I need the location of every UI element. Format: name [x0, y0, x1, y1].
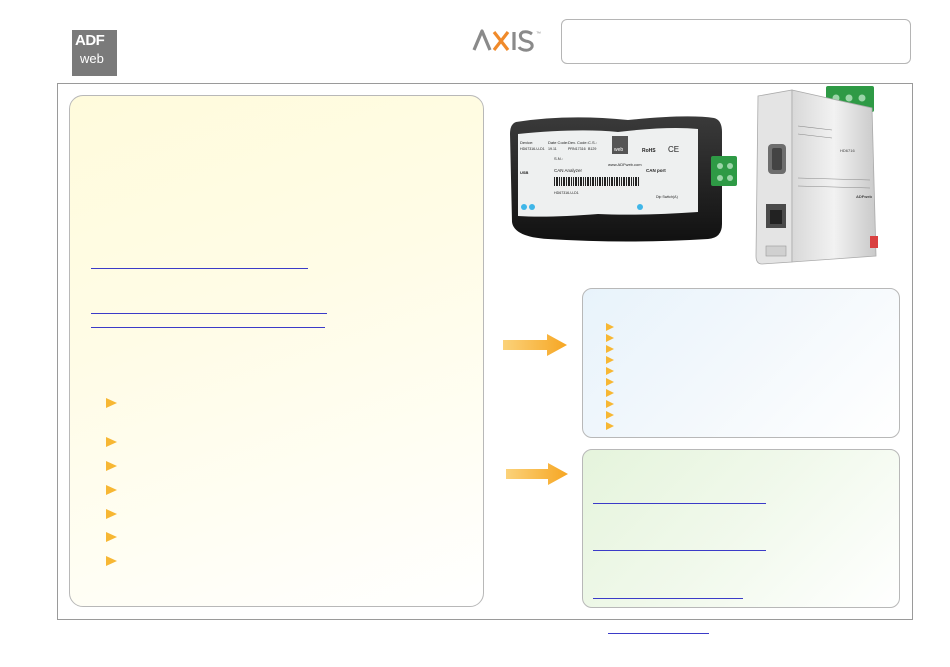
- analyzer-cs-value: B129: [588, 147, 596, 151]
- analyzer-device-label: Device:: [520, 140, 533, 145]
- status-led-icon: [521, 204, 527, 210]
- analyzer-dev-code-value: PRN17316: [568, 147, 586, 151]
- link-underline-5[interactable]: [593, 550, 766, 551]
- analyzer-device-code: HD67316-U-D1: [520, 147, 545, 151]
- bullet-arrow-icon: [106, 532, 117, 542]
- bullet-arrow-icon: [606, 422, 614, 430]
- right-top-info-panel: [582, 288, 900, 438]
- analyzer-web-logo-text: web: [614, 147, 623, 153]
- analyzer-can-port: CAN port: [646, 168, 666, 173]
- bullet-arrow-icon: [606, 323, 614, 331]
- analyzer-sn-label: S.N.:: [554, 156, 563, 161]
- left-info-panel: [69, 95, 484, 607]
- analyzer-usb-label: USB: [520, 170, 529, 175]
- bullet-arrow-icon: [606, 367, 614, 375]
- link-underline-4[interactable]: [593, 503, 766, 504]
- link-underline-2[interactable]: [91, 313, 327, 314]
- analyzer-code-bottom: HD67316-U-D1: [554, 191, 579, 195]
- analyzer-product-name: CAN Analyzer: [554, 168, 583, 173]
- bullet-arrow-icon: [606, 356, 614, 364]
- can-analyzer-image: Device: HD67316-U-D1 Date Code: 19.11 De…: [508, 112, 746, 247]
- status-led-icon: [529, 204, 535, 210]
- green-terminal-connector: [711, 156, 737, 186]
- analyzer-dev-code-label: Dev. Code:: [568, 140, 588, 145]
- bullet-arrow-icon: [106, 461, 117, 471]
- orange-arrow-icon: [503, 334, 567, 356]
- adfweb-logo: ADF web: [72, 30, 117, 76]
- bullet-arrow-icon: [606, 334, 614, 342]
- analyzer-dip-label: Dip Switch(A): [656, 195, 678, 199]
- adf-logo-text: ADF: [75, 32, 105, 49]
- link-underline-3[interactable]: [91, 327, 325, 328]
- bullet-arrow-icon: [106, 509, 117, 519]
- bullet-arrow-icon: [106, 485, 117, 495]
- bullet-arrow-icon: [606, 411, 614, 419]
- gateway-brand-label: ADFweb: [856, 194, 873, 199]
- footer-link-underline[interactable]: [608, 633, 709, 634]
- analyzer-rohs: RoHS: [642, 148, 656, 154]
- din-rail-gateway-image: HD6716 ADFweb: [752, 86, 882, 266]
- header-title-box: [561, 19, 911, 64]
- orange-arrow-icon: [506, 463, 568, 485]
- axis-logo: ™: [472, 28, 547, 52]
- bullet-arrow-icon: [606, 400, 614, 408]
- right-bottom-info-panel: [582, 449, 900, 608]
- bullet-arrow-icon: [106, 437, 117, 447]
- gateway-fw-label: HD6716: [840, 148, 855, 153]
- link-underline-1[interactable]: [91, 268, 308, 269]
- bullet-arrow-icon: [106, 398, 117, 408]
- bullet-arrow-icon: [106, 556, 117, 566]
- bullet-arrow-icon: [606, 378, 614, 386]
- bullet-arrow-icon: [606, 345, 614, 353]
- analyzer-cs-label: C.S.:: [588, 140, 597, 145]
- bullet-arrow-icon: [606, 389, 614, 397]
- status-led-icon: [637, 204, 643, 210]
- analyzer-date-label: Date Code:: [548, 140, 568, 145]
- axis-trademark: ™: [536, 31, 541, 37]
- analyzer-ce: CE: [668, 145, 679, 154]
- link-underline-6[interactable]: [593, 598, 743, 599]
- analyzer-date-value: 19.11: [548, 147, 557, 151]
- analyzer-url: www.ADFweb.com: [608, 162, 642, 167]
- axis-logo-graphic: ™: [472, 29, 541, 52]
- web-logo-text: web: [80, 51, 104, 66]
